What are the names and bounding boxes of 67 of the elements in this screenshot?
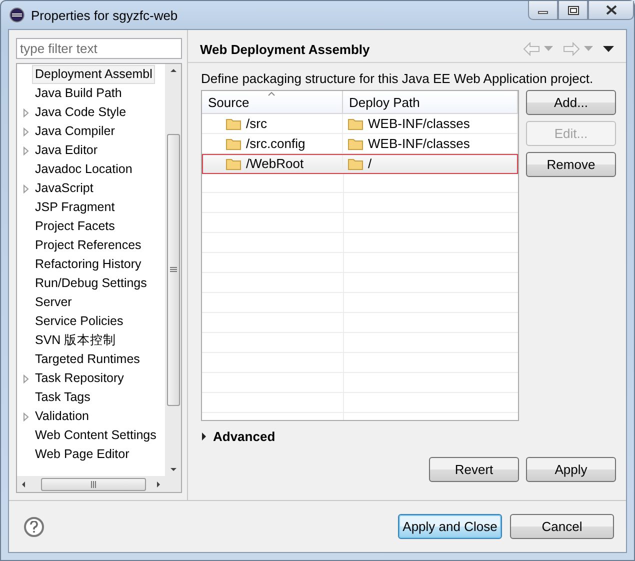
scroll-thumb[interactable] (41, 478, 146, 490)
table-cell: WEB-INF/classes (368, 136, 470, 151)
dialog-button[interactable]: Cancel (510, 514, 614, 539)
help-icon[interactable] (24, 516, 44, 536)
tree-item[interactable]: JavaScript (32, 179, 96, 198)
table-row[interactable]: /WebRoot / (202, 154, 518, 174)
tree-item[interactable]: Refactoring History (32, 255, 144, 274)
page-title: Web Deployment Assembly (200, 42, 370, 56)
close-button[interactable] (588, 1, 634, 20)
dialog-button[interactable]: Apply and Close (398, 514, 502, 539)
tree-item[interactable]: Java Build Path (32, 84, 125, 103)
tree-item[interactable]: JSP Fragment (32, 198, 118, 217)
vertical-scrollbar[interactable] (165, 64, 181, 476)
tree-item[interactable]: SVN 版本控制 (32, 331, 120, 350)
tree-item[interactable]: Validation (32, 407, 92, 426)
column-header[interactable]: Deploy Path (343, 91, 518, 113)
tree-item[interactable]: Service Policies (32, 312, 126, 331)
tree-item[interactable]: Javadoc Location (32, 160, 136, 179)
advanced-section-label[interactable]: Advanced (213, 429, 276, 444)
back-arrow-icon[interactable] (523, 42, 540, 56)
folder-icon (348, 138, 363, 150)
expand-arrow-icon[interactable] (201, 432, 207, 441)
tree-item[interactable]: Web Content Settings (32, 426, 160, 445)
tree-item[interactable]: Task Tags (32, 388, 94, 407)
close-icon (606, 5, 616, 15)
folder-icon (226, 118, 241, 130)
table-cell: /WebRoot (246, 156, 304, 171)
tree-item[interactable]: Web Page Editor (32, 445, 132, 464)
scroll-thumb[interactable] (166, 134, 180, 406)
tree-item[interactable]: Task Repository (32, 369, 127, 388)
table-cell: / (368, 156, 372, 171)
filter-field[interactable]: type filter text (16, 38, 182, 59)
dropdown-caret-icon[interactable] (584, 46, 593, 52)
page-button[interactable]: Revert (429, 457, 519, 482)
restore-icon (568, 6, 578, 14)
table-row[interactable]: /src.config WEB-INF/classes (202, 134, 518, 154)
scroll-right-icon[interactable] (155, 480, 163, 488)
tree-item[interactable]: Java Compiler (32, 122, 118, 141)
tree-item[interactable]: Project References (32, 236, 144, 255)
dropdown-caret-icon[interactable] (544, 46, 553, 52)
action-button[interactable]: Remove (526, 152, 616, 177)
tree-item[interactable]: Deployment Assembl (32, 65, 156, 84)
forward-arrow-icon[interactable] (563, 42, 580, 56)
page-button[interactable]: Apply (526, 457, 616, 482)
table-row[interactable]: /src WEB-INF/classes (202, 114, 518, 134)
horizontal-scrollbar[interactable] (17, 476, 165, 492)
maximize-button[interactable] (558, 1, 588, 20)
tree-item[interactable]: Java Editor (32, 141, 101, 160)
folder-icon (226, 158, 241, 170)
tree-item[interactable]: Project Facets (32, 217, 118, 236)
view-menu-icon[interactable] (603, 46, 614, 52)
window-title: Properties for sgyzfc-web (31, 8, 178, 22)
folder-icon (348, 118, 363, 130)
sort-indicator-icon (268, 92, 275, 96)
action-button[interactable]: Add... (526, 90, 616, 115)
folder-icon (226, 138, 241, 150)
tree-item[interactable]: Targeted Runtimes (32, 350, 143, 369)
table-cell: WEB-INF/classes (368, 116, 470, 131)
folder-icon (348, 158, 363, 170)
tree-item[interactable]: Java Code Style (32, 103, 130, 122)
description-text: Define packaging structure for this Java EE Web Application project. (201, 71, 594, 86)
tree-item[interactable]: Server (32, 293, 75, 312)
minimize-button[interactable] (528, 1, 558, 20)
table-cell: /src (246, 116, 267, 131)
column-header[interactable]: Source (202, 91, 343, 113)
table-cell: /src.config (246, 136, 306, 151)
tree-item[interactable]: Run/Debug Settings (32, 274, 150, 293)
